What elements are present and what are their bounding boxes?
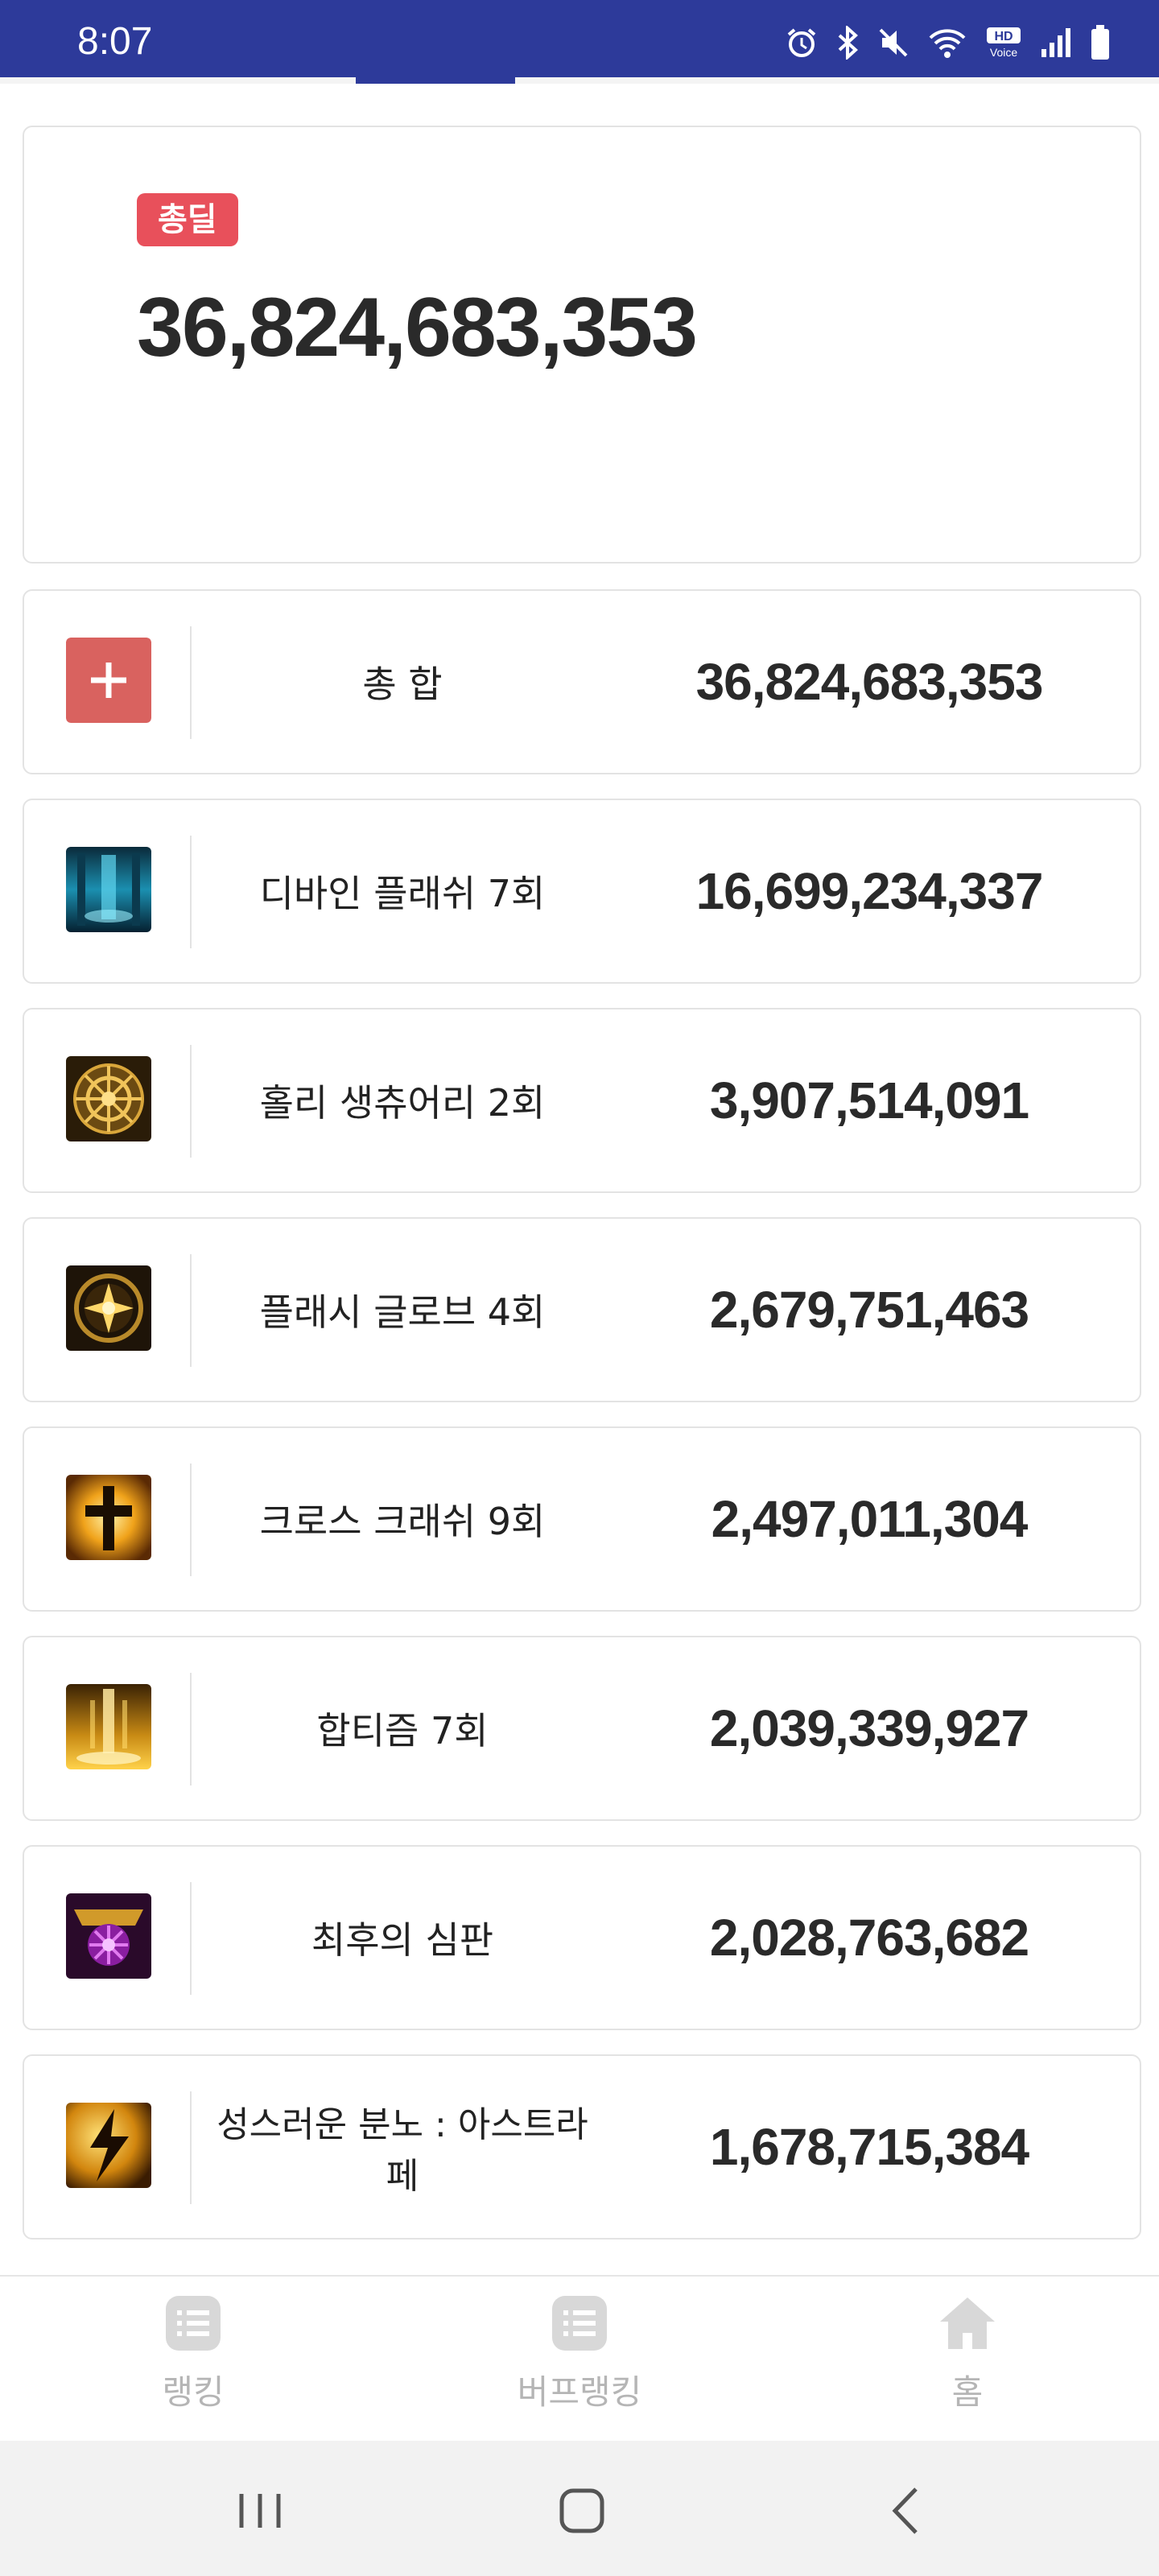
wifi-icon — [929, 29, 966, 58]
total-damage-value: 36,824,683,353 — [137, 281, 698, 374]
svg-text:HD: HD — [994, 30, 1013, 43]
skill-damage-value: 1,678,715,384 — [709, 2118, 1029, 2176]
battery-icon — [1091, 25, 1109, 60]
status-time: 8:07 — [77, 20, 153, 63]
divine-flash-skill-icon — [66, 847, 151, 932]
skill-row-divine-flash[interactable]: 디바인 플래쉬 7회 16,699,234,337 — [23, 799, 1141, 984]
total-damage-badge: 총딜 — [137, 193, 238, 246]
nav-item-ranking[interactable]: 랭킹 — [72, 2294, 314, 2439]
skill-row-flash-globe[interactable]: 플래시 글로브 4회 2,679,751,463 — [23, 1217, 1141, 1402]
nav-item-buff-ranking[interactable]: 버프랭킹 — [459, 2294, 700, 2439]
last-judgment-skill-icon — [66, 1893, 151, 1979]
skill-damage-value: 16,699,234,337 — [695, 862, 1044, 920]
alarm-icon — [787, 28, 816, 57]
row-divider — [190, 2091, 192, 2204]
skill-damage-value: 2,039,339,927 — [709, 1699, 1029, 1757]
list-icon — [166, 2296, 221, 2351]
skill-row-baptism[interactable]: 합티즘 7회 2,039,339,927 — [23, 1636, 1141, 1821]
cross-crash-skill-icon — [66, 1475, 151, 1560]
skill-name: 디바인 플래쉬 7회 — [259, 872, 546, 915]
nav-label: 홈 — [951, 2372, 984, 2412]
plus-icon — [66, 638, 151, 723]
row-divider — [190, 1045, 192, 1158]
row-divider — [190, 836, 192, 948]
skill-damage-value: 2,028,763,682 — [709, 1909, 1029, 1967]
skill-row-last-judgment[interactable]: 최후의 심판 2,028,763,682 — [23, 1845, 1141, 2030]
back-icon[interactable] — [871, 2475, 943, 2547]
total-damage-card: 총딜 36,824,683,353 — [23, 126, 1141, 564]
skill-name: 최후의 심판 — [311, 1918, 494, 1962]
nav-label: 버프랭킹 — [517, 2372, 642, 2412]
skill-damage-value: 36,824,683,353 — [695, 653, 1044, 711]
skill-name: 크로스 크래쉬 9회 — [259, 1500, 546, 1543]
skill-damage-value: 2,679,751,463 — [709, 1281, 1029, 1339]
nav-label: 랭킹 — [162, 2372, 225, 2412]
row-divider — [190, 1463, 192, 1576]
skill-damage-value: 2,497,011,304 — [711, 1490, 1029, 1548]
damage-list[interactable]: 총딜 36,824,683,353 총 합 36,824,683,353 디바인… — [0, 84, 1159, 2275]
holy-sanctuary-skill-icon — [66, 1056, 151, 1141]
home-button-icon[interactable] — [546, 2475, 618, 2547]
skill-row-total[interactable]: 총 합 36,824,683,353 — [23, 589, 1141, 774]
holy-wrath-astrape-skill-icon — [66, 2103, 151, 2188]
flash-globe-skill-icon — [66, 1265, 151, 1351]
row-divider — [190, 1673, 192, 1785]
skill-name: 총 합 — [362, 663, 443, 706]
skill-row-holy-sanctuary[interactable]: 홀리 생츄어리 2회 3,907,514,091 — [23, 1008, 1141, 1193]
system-nav-bar — [0, 2441, 1159, 2576]
skill-row-holy-wrath-astrape[interactable]: 성스러운 분노 : 아스트라페 1,678,715,384 — [23, 2054, 1141, 2240]
signal-icon — [1041, 28, 1070, 57]
skill-row-cross-crash[interactable]: 크로스 크래쉬 9회 2,497,011,304 — [23, 1426, 1141, 1612]
skill-name: 플래시 글로브 4회 — [259, 1290, 546, 1334]
skill-name: 성스러운 분노 : 아스트라페 — [217, 2104, 588, 2197]
tab-indicator — [356, 77, 515, 84]
skill-name: 합티즘 7회 — [316, 1709, 489, 1752]
skill-name: 홀리 생츄어리 2회 — [259, 1081, 546, 1125]
bluetooth-icon — [838, 26, 858, 60]
bottom-nav: 랭킹 버프랭킹 홈 — [0, 2275, 1159, 2441]
status-icons: HD Voice — [786, 23, 1111, 63]
hd-voice-icon: HD Voice — [987, 27, 1021, 59]
skill-damage-value: 3,907,514,091 — [709, 1071, 1029, 1129]
list-icon — [552, 2296, 607, 2351]
row-divider — [190, 1254, 192, 1367]
baptism-skill-icon — [66, 1684, 151, 1769]
nav-item-home[interactable]: 홈 — [847, 2294, 1088, 2439]
home-icon — [940, 2297, 995, 2349]
row-divider — [190, 626, 192, 739]
recent-apps-icon[interactable] — [224, 2475, 296, 2547]
svg-text:Voice: Voice — [990, 46, 1017, 59]
status-bar: 8:07 HD Voice — [0, 0, 1159, 77]
mute-icon — [879, 28, 908, 57]
row-divider — [190, 1882, 192, 1995]
